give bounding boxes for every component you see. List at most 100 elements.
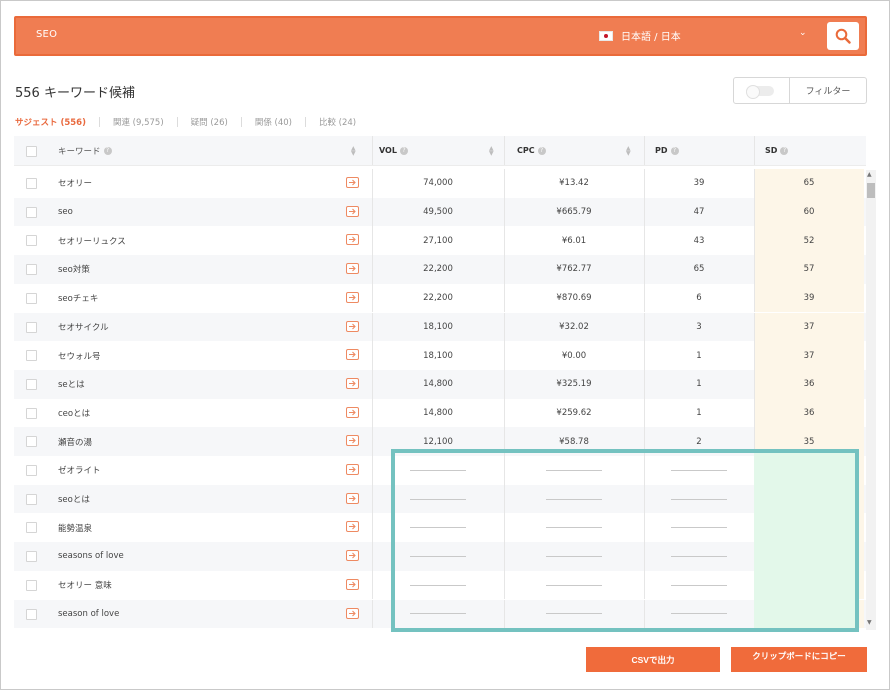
search-input[interactable]: SEO xyxy=(36,29,57,40)
open-keyword-button[interactable] xyxy=(346,177,359,188)
open-keyword-button[interactable] xyxy=(346,234,359,246)
vol-cell: 74,000 xyxy=(423,178,453,189)
loading-placeholder xyxy=(504,513,644,542)
help-icon[interactable]: ? xyxy=(537,146,546,155)
row-checkbox[interactable] xyxy=(26,579,37,591)
row-checkbox[interactable] xyxy=(26,292,37,304)
column-header-cpc[interactable]: CPC ? xyxy=(517,136,546,165)
select-all-checkbox[interactable] xyxy=(26,146,37,157)
chevron-down-icon[interactable]: ⌄ xyxy=(799,28,807,38)
table-row: seとは 14,800 ¥325.19 1 36 xyxy=(14,369,866,399)
loading-placeholder xyxy=(644,456,754,485)
sort-icon[interactable]: ▲ ▼ xyxy=(351,146,356,157)
vol-cell: 18,100 xyxy=(423,321,453,332)
open-keyword-button[interactable] xyxy=(346,349,359,361)
open-keyword-button[interactable] xyxy=(346,377,359,389)
help-icon[interactable]: ? xyxy=(103,146,112,155)
search-button[interactable] xyxy=(827,22,859,50)
sd-cell: 37 xyxy=(803,321,815,332)
scroll-down-icon[interactable]: ▼ xyxy=(867,619,872,626)
cpc-cell: ¥6.01 xyxy=(561,235,587,246)
loading-placeholder xyxy=(644,485,754,514)
help-icon[interactable]: ? xyxy=(780,146,789,155)
row-checkbox[interactable] xyxy=(26,465,37,476)
sort-icon[interactable]: ▲ ▼ xyxy=(489,146,494,157)
sort-icon[interactable]: ▲ ▼ xyxy=(626,146,631,157)
tab-comparisons[interactable]: 比較 (24) xyxy=(319,116,356,128)
table-row: season of love xyxy=(14,599,866,629)
arrow-right-icon xyxy=(349,294,356,301)
vol-cell: 22,200 xyxy=(423,293,453,304)
open-keyword-button[interactable] xyxy=(346,320,359,332)
keyword-cell: セオリー xyxy=(58,179,93,190)
row-checkbox[interactable] xyxy=(26,350,37,362)
open-keyword-button[interactable] xyxy=(346,492,359,504)
arrow-right-icon xyxy=(349,524,356,530)
arrow-right-icon xyxy=(349,437,356,444)
row-checkbox[interactable] xyxy=(26,436,37,448)
loading-placeholder xyxy=(644,571,754,600)
keyword-cell: ceoとは xyxy=(58,408,91,419)
open-keyword-button[interactable] xyxy=(346,406,359,418)
row-checkbox[interactable] xyxy=(26,378,37,390)
open-keyword-button[interactable] xyxy=(346,550,359,562)
tab-related[interactable]: 関連 (9,575) xyxy=(113,116,164,128)
tab-relations[interactable]: 関係 (40) xyxy=(255,116,292,128)
row-checkbox[interactable] xyxy=(26,551,37,563)
copy-clipboard-button[interactable]: クリップボードにコピー xyxy=(731,647,867,672)
loading-placeholder xyxy=(504,456,644,485)
row-checkbox[interactable] xyxy=(26,178,37,189)
row-checkbox[interactable] xyxy=(26,493,37,505)
row-checkbox[interactable] xyxy=(26,321,37,333)
cpc-cell: ¥870.69 xyxy=(556,293,592,304)
pd-cell: 1 xyxy=(696,379,702,390)
open-keyword-button[interactable] xyxy=(346,464,359,475)
pd-cell: 1 xyxy=(696,350,702,361)
loading-placeholder xyxy=(372,485,504,514)
column-header-pd[interactable]: PD ? xyxy=(655,136,679,165)
row-checkbox[interactable] xyxy=(26,522,37,534)
column-header-sd[interactable]: SD ? xyxy=(765,136,789,165)
open-keyword-button[interactable] xyxy=(346,578,359,590)
open-keyword-button[interactable] xyxy=(346,435,359,447)
language-select[interactable]: 日本語 / 日本 xyxy=(599,28,681,43)
row-checkbox[interactable] xyxy=(26,407,37,419)
scrollbar-thumb[interactable] xyxy=(867,183,875,198)
open-keyword-button[interactable] xyxy=(346,521,359,533)
cpc-cell: ¥259.62 xyxy=(556,407,592,418)
open-keyword-button[interactable] xyxy=(346,607,359,619)
column-header-keyword[interactable]: キーワード ? xyxy=(58,136,112,165)
open-keyword-button[interactable] xyxy=(346,205,359,217)
row-checkbox[interactable] xyxy=(26,235,37,247)
row-checkbox[interactable] xyxy=(26,264,37,276)
vol-cell: 14,800 xyxy=(423,379,453,390)
open-keyword-button[interactable] xyxy=(346,263,359,275)
filter-button[interactable]: フィルター xyxy=(790,84,866,97)
row-checkbox[interactable] xyxy=(26,206,37,218)
arrow-right-icon xyxy=(349,495,356,502)
loading-placeholder xyxy=(372,456,504,485)
scrollbar[interactable] xyxy=(866,170,876,630)
sd-cell: 37 xyxy=(803,350,815,361)
help-icon[interactable]: ? xyxy=(399,146,408,155)
scroll-up-icon[interactable]: ▲ xyxy=(867,171,872,178)
arrow-right-icon xyxy=(349,610,356,616)
row-checkbox[interactable] xyxy=(26,608,37,620)
tab-suggest[interactable]: サジェスト (556) xyxy=(15,116,86,128)
sd-cell: 36 xyxy=(803,379,815,390)
table-row: seo対策 22,200 ¥762.77 65 57 xyxy=(14,255,866,284)
loading-placeholder xyxy=(644,542,754,571)
tab-questions[interactable]: 疑問 (26) xyxy=(191,116,228,128)
column-label: PD xyxy=(655,146,668,155)
csv-export-button[interactable]: CSVで出力 xyxy=(586,647,720,672)
divider xyxy=(644,136,645,165)
help-icon[interactable]: ? xyxy=(670,146,679,155)
vol-cell: 12,100 xyxy=(423,436,453,447)
divider xyxy=(304,117,306,127)
open-keyword-button[interactable] xyxy=(346,291,359,303)
keyword-cell: 瀬音の湯 xyxy=(58,437,93,448)
pd-cell: 43 xyxy=(693,235,705,246)
filter-toggle[interactable] xyxy=(746,85,774,99)
column-header-vol[interactable]: VOL ? xyxy=(379,136,408,165)
sd-cell: 65 xyxy=(803,178,815,189)
